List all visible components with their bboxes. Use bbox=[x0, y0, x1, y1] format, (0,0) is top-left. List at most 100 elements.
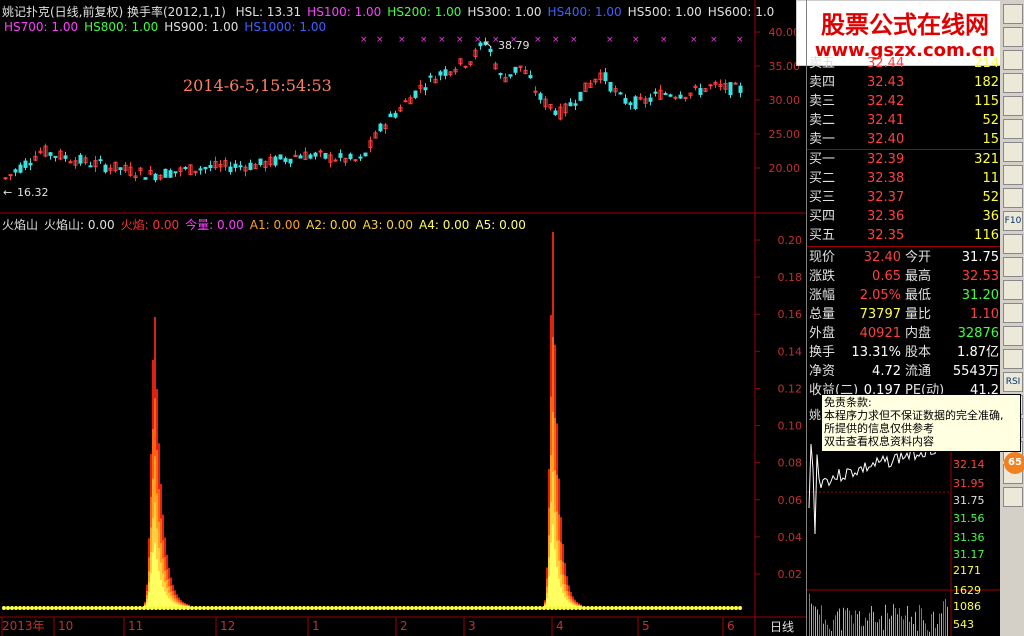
baseline-dot bbox=[106, 606, 110, 610]
toolbar-button[interactable] bbox=[1003, 119, 1023, 139]
main-chart-area[interactable]: 40.00 35.00 30.00 25.00 20.00 0.20 0.18 0.16 0.1… bbox=[0, 0, 1014, 636]
flame-bar bbox=[566, 600, 568, 607]
candle-body bbox=[403, 100, 408, 103]
volume-bar bbox=[887, 613, 888, 636]
volume-bar bbox=[853, 623, 854, 636]
baseline-dot bbox=[690, 606, 694, 610]
candle-body bbox=[168, 170, 173, 178]
baseline-dot bbox=[22, 606, 26, 610]
volume-bar bbox=[907, 605, 908, 636]
indicator-value-label: A3: 0.00 bbox=[362, 218, 414, 232]
stat-label: 总量 bbox=[809, 307, 836, 322]
volume-bar bbox=[895, 608, 896, 636]
baseline-dot bbox=[598, 606, 602, 610]
toolbar-button[interactable] bbox=[1003, 27, 1023, 47]
signal-marker: × bbox=[690, 35, 698, 45]
baseline-dot bbox=[194, 606, 198, 610]
toolbar-f10-button[interactable]: F10 bbox=[1003, 211, 1023, 231]
volume-bar bbox=[861, 626, 862, 636]
toolbar-button[interactable] bbox=[1003, 142, 1023, 162]
flame-bar bbox=[150, 573, 152, 607]
candle-body bbox=[378, 123, 383, 132]
baseline-dot bbox=[310, 606, 314, 610]
signal-marker: × bbox=[360, 35, 368, 45]
toolbar-button[interactable] bbox=[1003, 303, 1023, 323]
stat-label: 涨幅 bbox=[809, 288, 836, 303]
candle-body bbox=[358, 156, 363, 159]
toolbar-button[interactable] bbox=[1003, 234, 1023, 254]
buy-price: 32.36 bbox=[867, 209, 905, 224]
baseline-dot bbox=[362, 606, 366, 610]
signal-marker: × bbox=[606, 35, 614, 45]
volume-bar bbox=[879, 619, 880, 636]
stat-row: 涨跌 0.65 最高 32.53 bbox=[807, 267, 1001, 286]
baseline-dot bbox=[642, 606, 646, 610]
baseline-dot bbox=[590, 606, 594, 610]
toolbar-button[interactable] bbox=[1003, 4, 1023, 24]
period-label[interactable]: 日线 bbox=[770, 618, 794, 635]
indicator-y-tick-label: 0.16 bbox=[778, 308, 803, 321]
candle-body bbox=[288, 158, 293, 164]
candle-body bbox=[513, 66, 518, 73]
signal-marker: × bbox=[534, 35, 542, 45]
baseline-dot bbox=[142, 606, 146, 610]
flame-bar bbox=[556, 566, 558, 607]
toolbar-button[interactable] bbox=[1003, 487, 1023, 507]
toolbar-button[interactable] bbox=[1003, 349, 1023, 369]
indicator-legend-item: HS300: 1.00 bbox=[467, 5, 542, 19]
candle-body bbox=[153, 173, 158, 181]
stat-value: 1.87亿 bbox=[957, 345, 999, 360]
datetime-label: 2014-6-5,15:54:53 bbox=[183, 76, 332, 95]
candle-body bbox=[173, 171, 178, 174]
toolbar-button[interactable] bbox=[1003, 326, 1023, 346]
candle-body bbox=[348, 153, 353, 160]
toolbar-button[interactable] bbox=[1003, 257, 1023, 277]
baseline-dot bbox=[602, 606, 606, 610]
toolbar-button[interactable] bbox=[1003, 73, 1023, 93]
sell-price: 32.44 bbox=[867, 56, 905, 71]
flame-bar bbox=[546, 598, 548, 607]
baseline-dot bbox=[42, 606, 46, 610]
baseline-dot bbox=[386, 606, 390, 610]
toolbar-button[interactable] bbox=[1003, 280, 1023, 300]
indicator-value-label: 今量: 0.00 bbox=[185, 218, 244, 232]
toolbar-button[interactable] bbox=[1003, 96, 1023, 116]
baseline-dot bbox=[382, 606, 386, 610]
stat-label: 流通 bbox=[905, 364, 932, 379]
sell-price: 32.43 bbox=[867, 75, 905, 90]
indicator-value-label: A4: 0.00 bbox=[419, 218, 470, 232]
sell-level-label: 卖二 bbox=[809, 113, 836, 128]
toolbar-button[interactable] bbox=[1003, 188, 1023, 208]
volume-bar bbox=[885, 604, 886, 636]
kline-chart[interactable]: 40.0035.0030.0025.0020.000.200.180.160.1… bbox=[0, 0, 806, 636]
indicator-legend-item: HS100: 1.00 bbox=[307, 5, 382, 19]
buy-price: 32.38 bbox=[867, 171, 905, 186]
stat-row: 涨幅 2.05% 最低 31.20 bbox=[807, 286, 1001, 305]
candle-body bbox=[568, 102, 573, 107]
toolbar-button[interactable] bbox=[1003, 50, 1023, 70]
flame-bar bbox=[168, 598, 170, 607]
baseline-dot bbox=[606, 606, 610, 610]
toolbar-rsi-button[interactable]: RSI bbox=[1003, 372, 1023, 392]
flame-bar bbox=[154, 543, 156, 607]
baseline-dot bbox=[46, 606, 50, 610]
baseline-dot bbox=[446, 606, 450, 610]
signal-marker: × bbox=[398, 35, 406, 45]
sell-volume: 182 bbox=[974, 75, 999, 90]
baseline-dot bbox=[334, 606, 338, 610]
baseline-dot bbox=[518, 606, 522, 610]
baseline-dot bbox=[202, 606, 206, 610]
baseline-dot bbox=[510, 606, 514, 610]
baseline-dot bbox=[74, 606, 78, 610]
notification-badge[interactable]: 65 bbox=[1004, 452, 1024, 474]
baseline-dot bbox=[654, 606, 658, 610]
mini-volume-tick: 1629 bbox=[953, 584, 981, 597]
baseline-dot bbox=[534, 606, 538, 610]
baseline-dot bbox=[650, 606, 654, 610]
toolbar-button[interactable] bbox=[1003, 165, 1023, 185]
baseline-dot bbox=[238, 606, 242, 610]
volume-bar bbox=[867, 620, 868, 636]
volume-bar bbox=[857, 614, 858, 636]
baseline-dot bbox=[638, 606, 642, 610]
baseline-dot bbox=[138, 606, 142, 610]
